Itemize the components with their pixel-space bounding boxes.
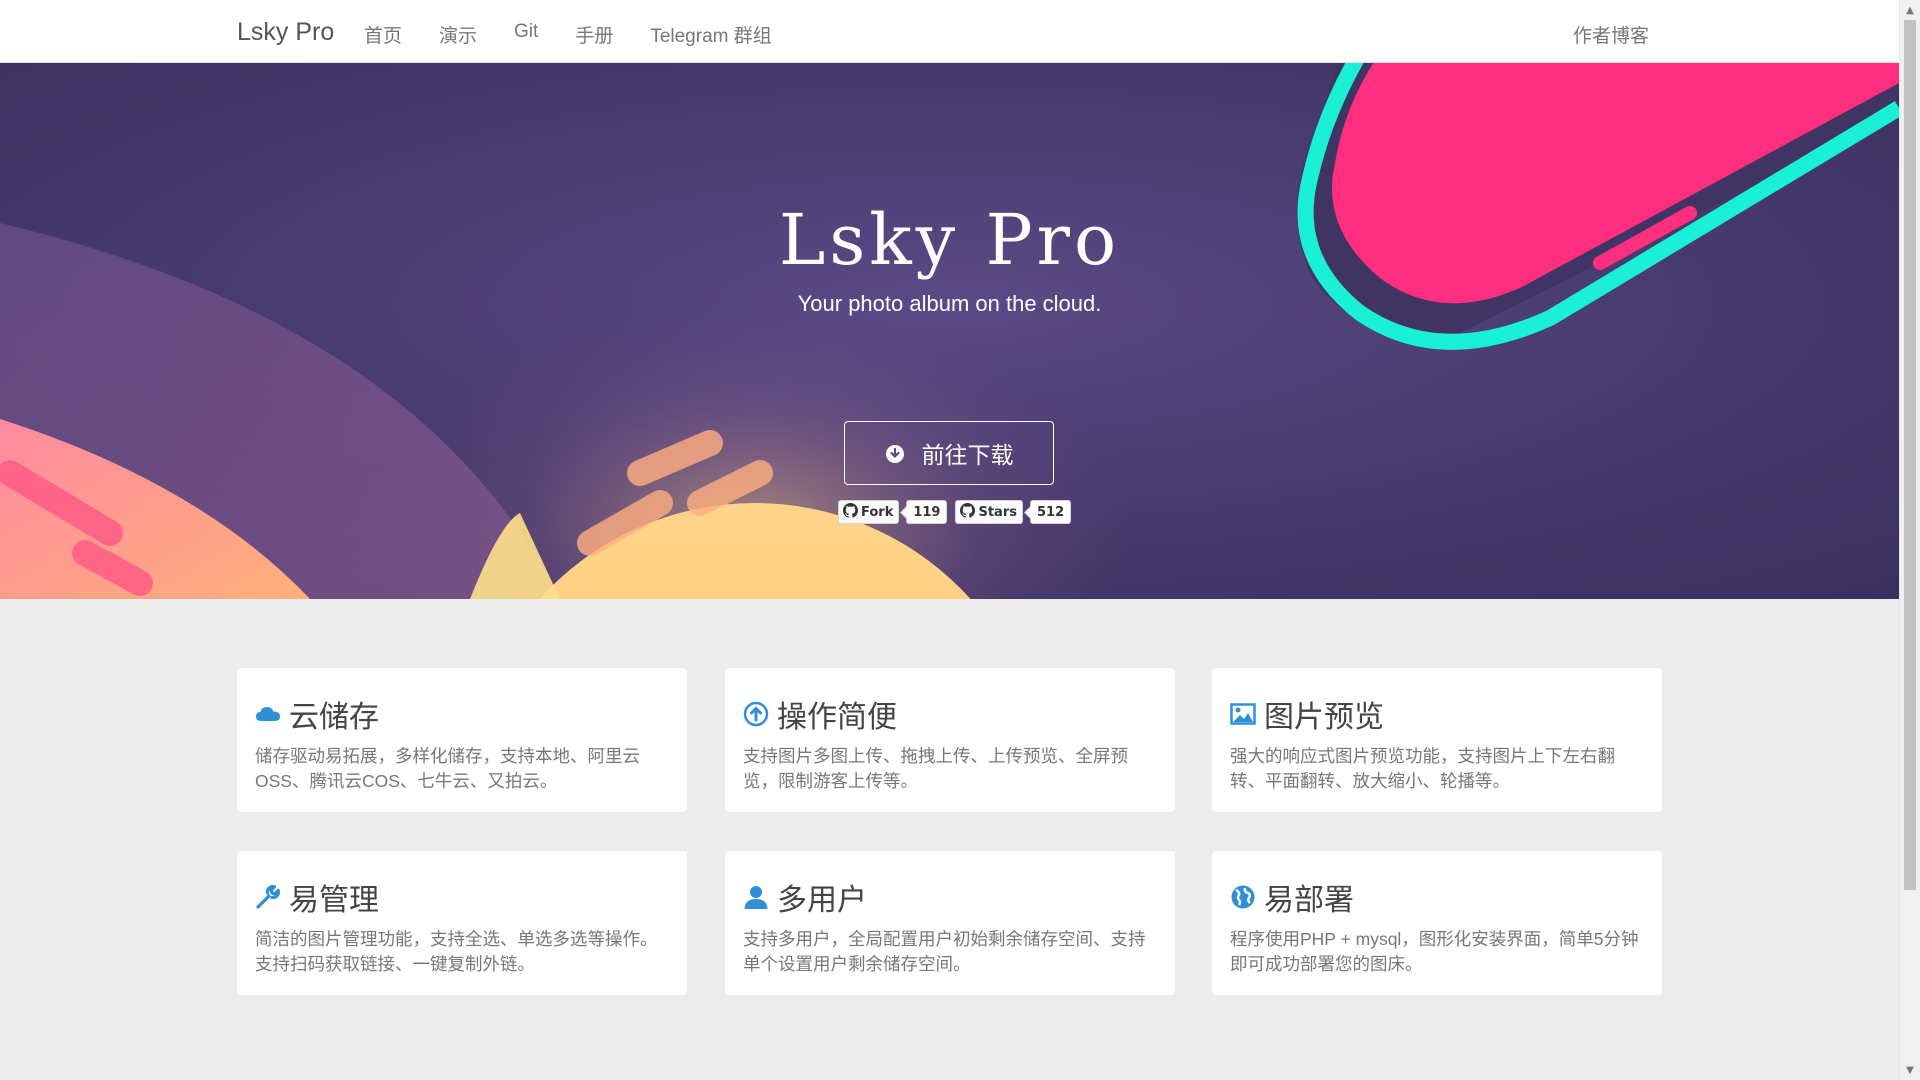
download-button-label: 前往下载: [921, 442, 1014, 468]
wrench-icon: [255, 884, 281, 910]
hero-banner: Lsky Pro Your photo album on the cloud. …: [0, 63, 1899, 599]
feature-card-image-preview: 图片预览 强大的响应式图片预览功能，支持图片上下左右翻转、平面翻转、放大缩小、轮…: [1212, 668, 1662, 812]
upload-circle-icon: [743, 701, 769, 727]
github-icon: [843, 502, 858, 522]
github-badges: Fork 119 Stars 512: [838, 500, 1072, 524]
download-button[interactable]: 前往下载: [844, 421, 1054, 485]
feature-description: 强大的响应式图片预览功能，支持图片上下左右翻转、平面翻转、放大缩小、轮播等。: [1230, 746, 1615, 791]
stars-badge-left: Stars: [955, 500, 1023, 524]
feature-card-easy-management: 易管理 简洁的图片管理功能，支持全选、单选多选等操作。支持扫码获取链接、一键复制…: [237, 851, 687, 995]
vertical-scrollbar[interactable]: ▲ ▼: [1899, 0, 1920, 1080]
feature-description: 程序使用PHP + mysql，图形化安装界面，简单5分钟即可成功部署您的图床。: [1230, 929, 1639, 974]
github-icon: [960, 502, 976, 522]
feature-description: 储存驱动易拓展，多样化储存，支持本地、阿里云OSS、腾讯云COS、七牛云、又拍云…: [255, 746, 640, 791]
fork-label: Fork: [861, 504, 894, 520]
feature-title: 图片预览: [1264, 701, 1384, 734]
github-stars-badge[interactable]: Stars 512: [955, 500, 1072, 524]
scroll-up-arrow-icon[interactable]: ▲: [1900, 0, 1920, 20]
nav-link-manual[interactable]: 手册: [575, 21, 613, 48]
feature-description: 支持图片多图上传、拖拽上传、上传预览、全屏预览，限制游客上传等。: [743, 746, 1128, 791]
feature-description: 简洁的图片管理功能，支持全选、单选多选等操作。支持扫码获取链接、一键复制外链。: [255, 929, 658, 974]
feature-description: 支持多用户，全局配置用户初始剩余储存空间、支持单个设置用户剩余储存空间。: [743, 929, 1146, 974]
feature-card-multi-user: 多用户 支持多用户，全局配置用户初始剩余储存空间、支持单个设置用户剩余储存空间。: [725, 851, 1175, 995]
nav-link-git[interactable]: Git: [514, 21, 538, 48]
feature-card-easy-operation: 操作简便 支持图片多图上传、拖拽上传、上传预览、全屏预览，限制游客上传等。: [725, 668, 1175, 812]
fork-count[interactable]: 119: [906, 500, 948, 524]
github-fork-badge[interactable]: Fork 119: [838, 500, 948, 524]
feature-title: 操作简便: [777, 701, 897, 734]
feature-card-cloud-storage: 云储存 储存驱动易拓展，多样化储存，支持本地、阿里云OSS、腾讯云COS、七牛云…: [237, 668, 687, 812]
user-icon: [743, 884, 769, 910]
download-circle-icon: [885, 443, 905, 463]
scrollbar-thumb[interactable]: [1904, 20, 1916, 890]
stars-label: Stars: [978, 504, 1017, 520]
feature-title: 易管理: [289, 884, 379, 917]
image-icon: [1230, 701, 1256, 727]
feature-card-easy-deploy: 易部署 程序使用PHP + mysql，图形化安装界面，简单5分钟即可成功部署您…: [1212, 851, 1662, 995]
globe-icon: [1230, 884, 1256, 910]
nav-links: 首页 演示 Git 手册 Telegram 群组: [364, 21, 809, 48]
nav-link-home[interactable]: 首页: [364, 21, 402, 48]
nav-link-author-blog[interactable]: 作者博客: [1573, 21, 1649, 48]
scroll-down-arrow-icon[interactable]: ▼: [1900, 1060, 1920, 1080]
hero-title: Lsky Pro: [778, 199, 1121, 281]
stars-count[interactable]: 512: [1029, 500, 1072, 524]
feature-title: 易部署: [1264, 884, 1354, 917]
nav-link-telegram[interactable]: Telegram 群组: [650, 21, 771, 48]
fork-badge-left: Fork: [838, 500, 900, 524]
top-navbar: Lsky Pro 首页 演示 Git 手册 Telegram 群组 作者博客: [0, 0, 1899, 63]
feature-title: 多用户: [777, 884, 867, 917]
nav-link-demo[interactable]: 演示: [439, 21, 477, 48]
hero-subtitle: Your photo album on the cloud.: [797, 291, 1102, 316]
page-viewport: Lsky Pro 首页 演示 Git 手册 Telegram 群组 作者博客 L…: [0, 0, 1899, 1080]
cloud-icon: [255, 701, 281, 727]
brand-logo[interactable]: Lsky Pro: [237, 18, 334, 47]
feature-title: 云储存: [289, 701, 379, 734]
